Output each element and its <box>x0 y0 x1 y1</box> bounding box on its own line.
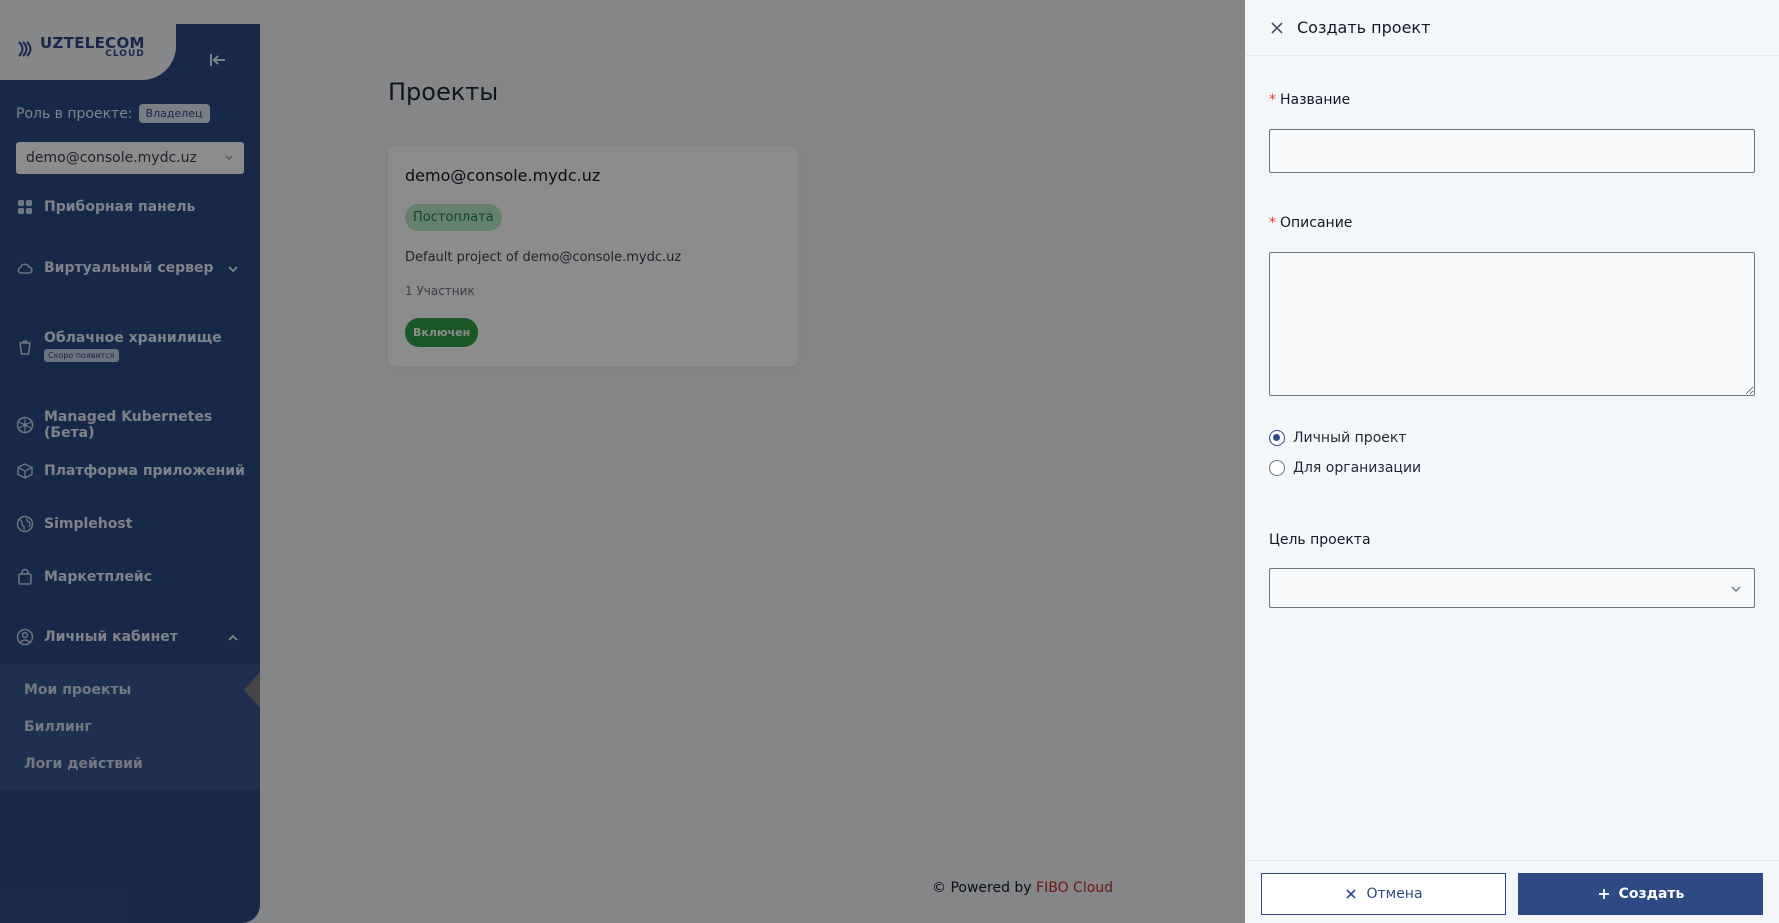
description-label-text: Описание <box>1280 215 1353 231</box>
create-project-drawer: Создать проект * Название * Описание Личны… <box>1245 0 1779 923</box>
description-label: * Описание <box>1269 215 1352 231</box>
name-input[interactable] <box>1269 129 1755 173</box>
radio-personal-project[interactable]: Личный проект <box>1269 430 1406 446</box>
required-mark: * <box>1269 92 1276 108</box>
radio-organization[interactable]: Для организации <box>1269 460 1421 476</box>
project-goal-select[interactable] <box>1269 568 1755 608</box>
required-mark: * <box>1269 215 1276 231</box>
radio-button-checked[interactable] <box>1269 430 1285 446</box>
close-icon <box>1346 889 1357 899</box>
drawer-header: Создать проект <box>1245 0 1779 56</box>
drawer-footer: Отмена Создать <box>1245 860 1779 923</box>
create-button[interactable]: Создать <box>1518 873 1763 915</box>
close-icon[interactable] <box>1269 20 1285 36</box>
cancel-button[interactable]: Отмена <box>1261 873 1506 915</box>
create-button-label: Создать <box>1618 886 1685 902</box>
modal-overlay[interactable] <box>0 0 1245 923</box>
radio-button[interactable] <box>1269 460 1285 476</box>
chevron-down-icon <box>1731 586 1741 592</box>
name-label: * Название <box>1269 92 1350 108</box>
radio-personal-label: Личный проект <box>1293 430 1407 446</box>
cancel-button-label: Отмена <box>1366 886 1423 902</box>
name-label-text: Название <box>1280 92 1351 108</box>
plus-icon <box>1598 889 1609 899</box>
radio-org-label: Для организации <box>1293 460 1422 476</box>
description-textarea[interactable] <box>1269 252 1755 396</box>
goal-label: Цель проекта <box>1269 532 1371 548</box>
drawer-title: Создать проект <box>1297 18 1431 37</box>
